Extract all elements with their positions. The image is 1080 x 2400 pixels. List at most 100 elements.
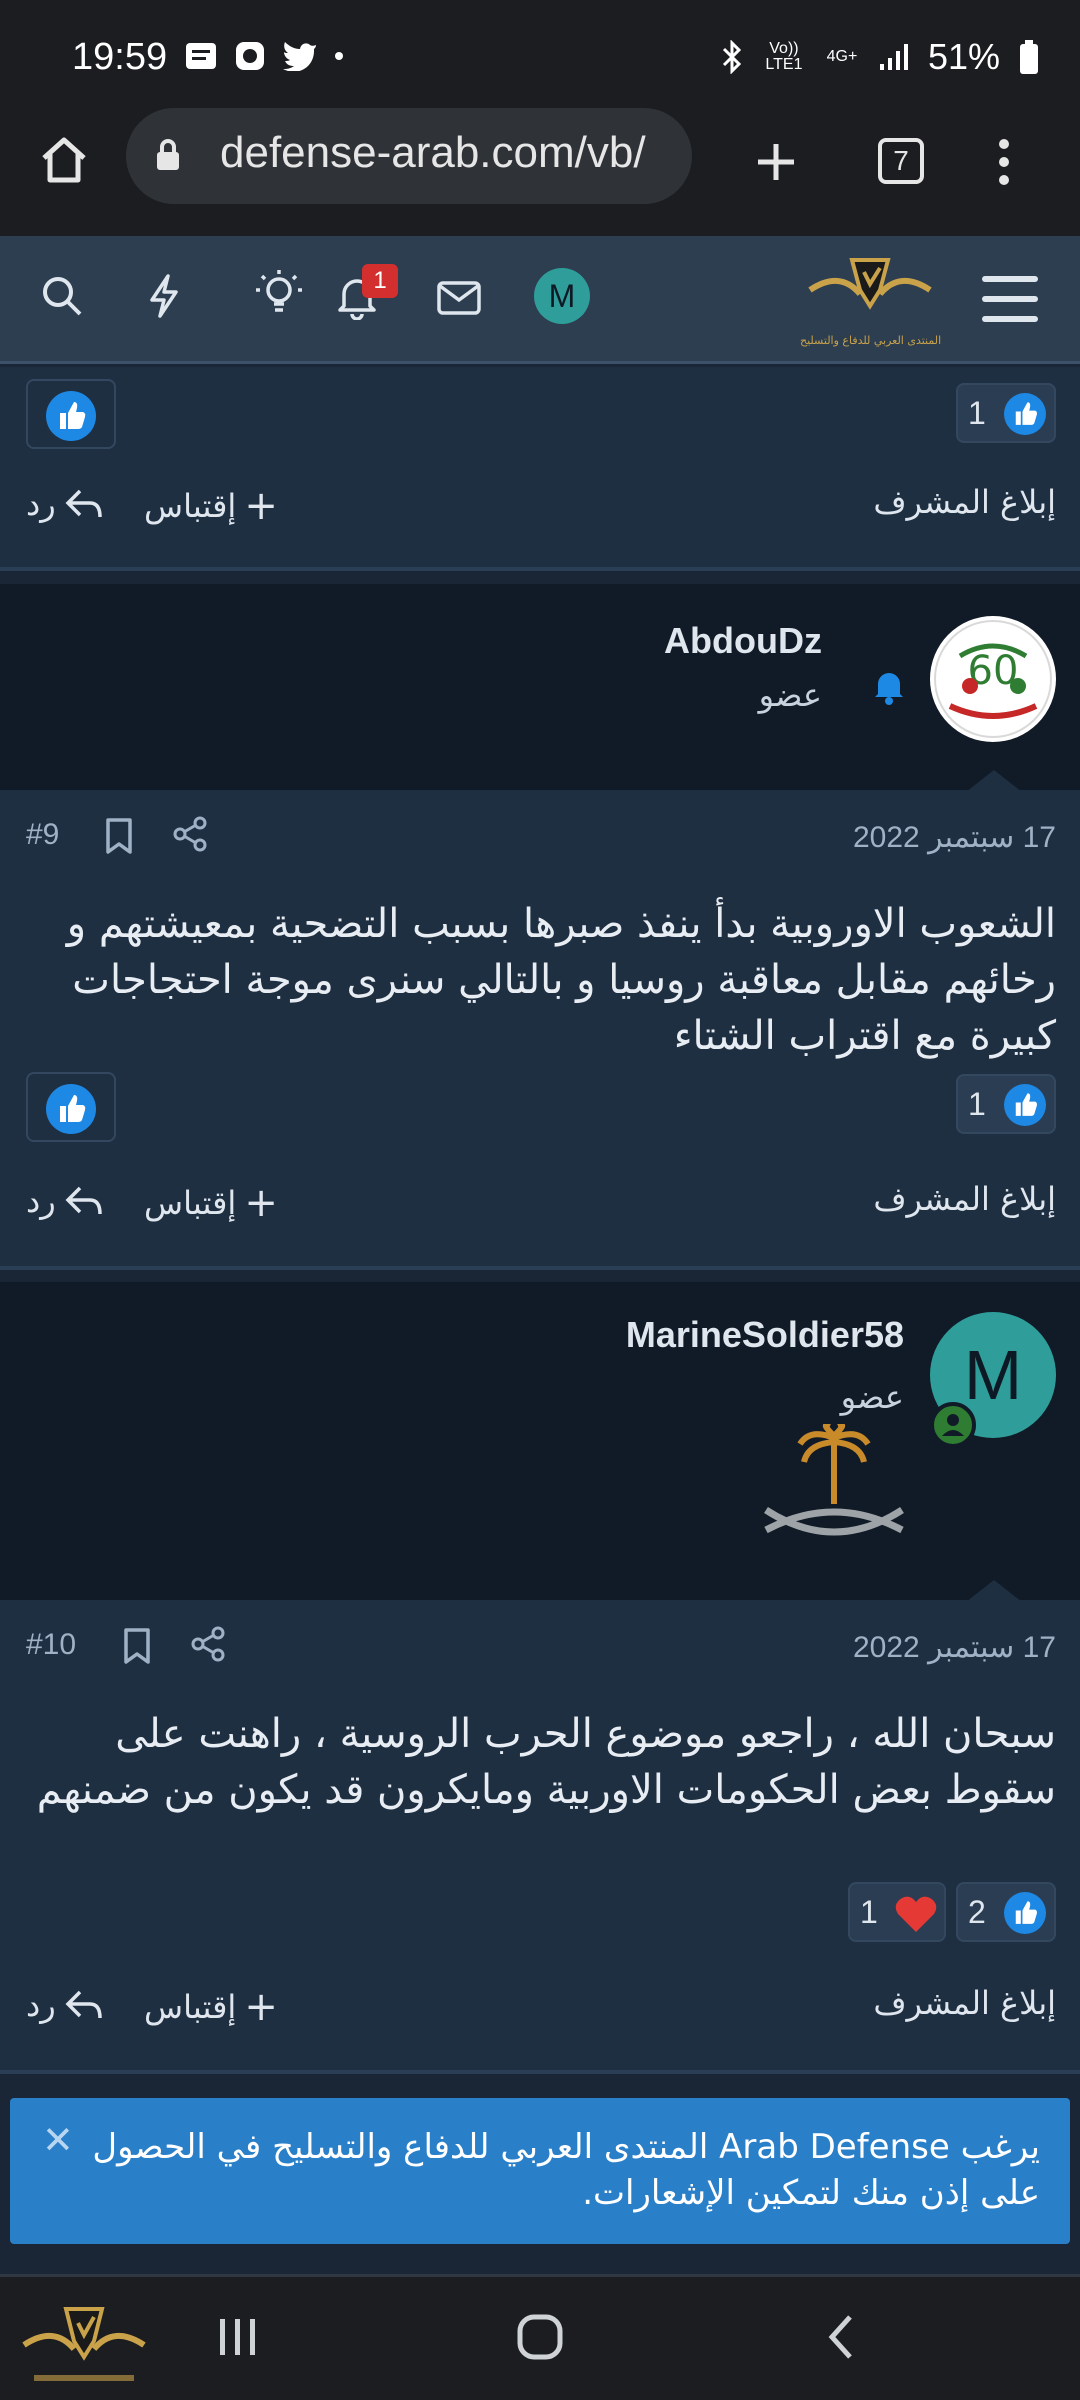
reply-arrow-icon xyxy=(65,1186,102,1215)
author-role: عضو xyxy=(758,676,822,714)
app-icon xyxy=(236,42,264,70)
share-icon[interactable] xyxy=(190,1626,226,1662)
reply-arrow-icon xyxy=(65,1990,102,2019)
thumbs-up-icon xyxy=(1004,1892,1046,1934)
lightning-icon[interactable] xyxy=(144,272,184,320)
user-avatar-button[interactable]: M xyxy=(534,268,590,324)
thumbs-up-icon xyxy=(1004,1084,1046,1126)
reaction-summary[interactable]: 2 xyxy=(956,1882,1056,1942)
post-body: 17 سبتمبر 2022 #10 سبحان الله ، راجعو مو… xyxy=(0,1600,1080,2070)
thumbs-up-icon xyxy=(46,391,96,441)
reply-button[interactable]: رد xyxy=(26,1182,104,1220)
bookmark-icon[interactable] xyxy=(104,816,134,856)
more-menu-icon[interactable] xyxy=(996,136,1012,188)
love-reaction[interactable]: 1 xyxy=(848,1882,946,1942)
divider xyxy=(0,1266,1080,1270)
mail-icon[interactable] xyxy=(436,280,482,316)
reply-label: رد xyxy=(26,485,56,523)
quote-button[interactable]: إقتباس + xyxy=(144,1180,278,1226)
divider xyxy=(0,567,1080,571)
close-icon[interactable]: ✕ xyxy=(42,2118,74,2162)
network-indicator: 4G+ xyxy=(826,48,858,65)
plus-icon: + xyxy=(244,1180,278,1226)
post-body: 17 سبتمبر 2022 #9 الشعوب الاوروبية بدأ ي… xyxy=(0,790,1080,1266)
home-nav-icon[interactable] xyxy=(516,2313,564,2361)
forum-logo-icon xyxy=(808,258,932,310)
back-icon[interactable] xyxy=(826,2313,856,2361)
online-status-icon xyxy=(930,1402,976,1448)
reaction-summary[interactable]: 1 xyxy=(956,1074,1056,1134)
forum-logo-icon[interactable] xyxy=(14,2285,154,2395)
idea-bulb-icon[interactable] xyxy=(254,268,304,320)
logo-caption: المنتدى العربي للدفاع والتسليح xyxy=(800,334,942,347)
author-username[interactable]: AbdouDz xyxy=(664,620,822,662)
like-count: 1 xyxy=(968,1086,986,1122)
plus-icon: + xyxy=(244,483,278,529)
system-icons: Vo)) LTE1 4G+ 51% xyxy=(720,36,1040,78)
message-icon xyxy=(186,43,216,69)
report-button[interactable]: إبلاغ المشرف xyxy=(873,483,1056,521)
avatar-emblem-icon: 60 xyxy=(934,620,1052,738)
post-date: 17 سبتمبر 2022 xyxy=(853,821,1056,854)
post-number-link[interactable]: #9 xyxy=(26,818,59,852)
reaction-count: 1 xyxy=(968,395,986,431)
address-bar[interactable]: defense-arab.com/vb/ xyxy=(126,108,692,204)
reply-arrow-icon xyxy=(65,489,102,518)
report-button[interactable]: إبلاغ المشرف xyxy=(873,1984,1056,2022)
dot-icon xyxy=(335,52,343,60)
signal-icon xyxy=(879,44,908,70)
quote-label: إقتباس xyxy=(144,487,237,525)
report-button[interactable]: إبلاغ المشرف xyxy=(873,1180,1056,1218)
quote-label: إقتباس xyxy=(144,1184,237,1222)
palm-swords-emblem-icon xyxy=(764,1424,904,1536)
divider xyxy=(0,2070,1080,2074)
quote-button[interactable]: إقتباس + xyxy=(144,1984,278,2030)
battery-percent: 51% xyxy=(927,36,1000,77)
speech-tail-icon xyxy=(966,770,1022,792)
logo[interactable]: المنتدى العربي للدفاع والتسليح xyxy=(800,250,942,350)
browser-toolbar: defense-arab.com/vb/ 7 xyxy=(0,108,1080,236)
reply-button[interactable]: رد xyxy=(26,485,104,523)
reaction-summary[interactable]: 1 xyxy=(956,383,1056,443)
system-navigation-bar xyxy=(0,2274,1080,2400)
post-author-band: M MarineSoldier58 عضو xyxy=(0,1282,1080,1602)
previous-post-footer: 1 رد إقتباس + إبلاغ المشرف xyxy=(0,367,1080,567)
status-bar: 19:59 Vo)) LTE1 4G+ 51% xyxy=(0,0,1080,118)
like-button[interactable] xyxy=(26,1072,116,1142)
new-tab-icon[interactable] xyxy=(752,138,800,186)
love-count: 1 xyxy=(860,1894,878,1930)
lock-icon xyxy=(157,139,179,170)
post-author-band: 60 AbdouDz عضو xyxy=(0,584,1080,792)
url-text: defense-arab.com/vb/ xyxy=(220,128,646,177)
notification-permission-prompt[interactable]: ✕ يرغب Arab Defense المنتدى العربي للدفا… xyxy=(10,2098,1070,2244)
twitter-icon xyxy=(283,42,316,71)
hamburger-menu-icon[interactable] xyxy=(982,274,1038,324)
share-icon[interactable] xyxy=(172,816,208,852)
home-icon[interactable] xyxy=(38,134,90,186)
clock: 19:59 xyxy=(72,36,168,78)
like-button[interactable] xyxy=(26,379,116,449)
reply-button[interactable]: رد xyxy=(26,1986,104,2024)
speech-tail-icon xyxy=(966,1580,1022,1602)
post-number-link[interactable]: #10 xyxy=(26,1628,76,1662)
like-count: 2 xyxy=(968,1894,986,1930)
search-icon[interactable] xyxy=(40,274,84,318)
tab-switcher-button[interactable]: 7 xyxy=(878,138,924,184)
plus-icon: + xyxy=(244,1984,278,2030)
battery-icon xyxy=(1020,40,1038,74)
author-username[interactable]: MarineSoldier58 xyxy=(626,1314,904,1356)
notification-icons xyxy=(184,40,344,72)
follow-bell-icon[interactable] xyxy=(872,668,906,706)
quote-button[interactable]: إقتباس + xyxy=(144,483,278,529)
post-text: الشعوب الاوروبية بدأ ينفذ صبرها بسبب الت… xyxy=(66,901,1056,1059)
author-role: عضو xyxy=(840,1378,904,1416)
thumbs-up-icon xyxy=(1004,393,1046,435)
notification-count-badge: 1 xyxy=(362,264,398,298)
recent-apps-icon[interactable] xyxy=(218,2315,258,2359)
volte-indicator: Vo)) LTE1 xyxy=(765,40,803,73)
thumbs-up-icon xyxy=(46,1084,96,1134)
notification-prompt-text: يرغب Arab Defense المنتدى العربي للدفاع … xyxy=(92,2127,1040,2213)
author-avatar[interactable]: 60 xyxy=(930,616,1056,742)
bookmark-icon[interactable] xyxy=(122,1626,152,1666)
post-text: سبحان الله ، راجعو موضوع الحرب الروسية ،… xyxy=(36,1711,1056,1813)
